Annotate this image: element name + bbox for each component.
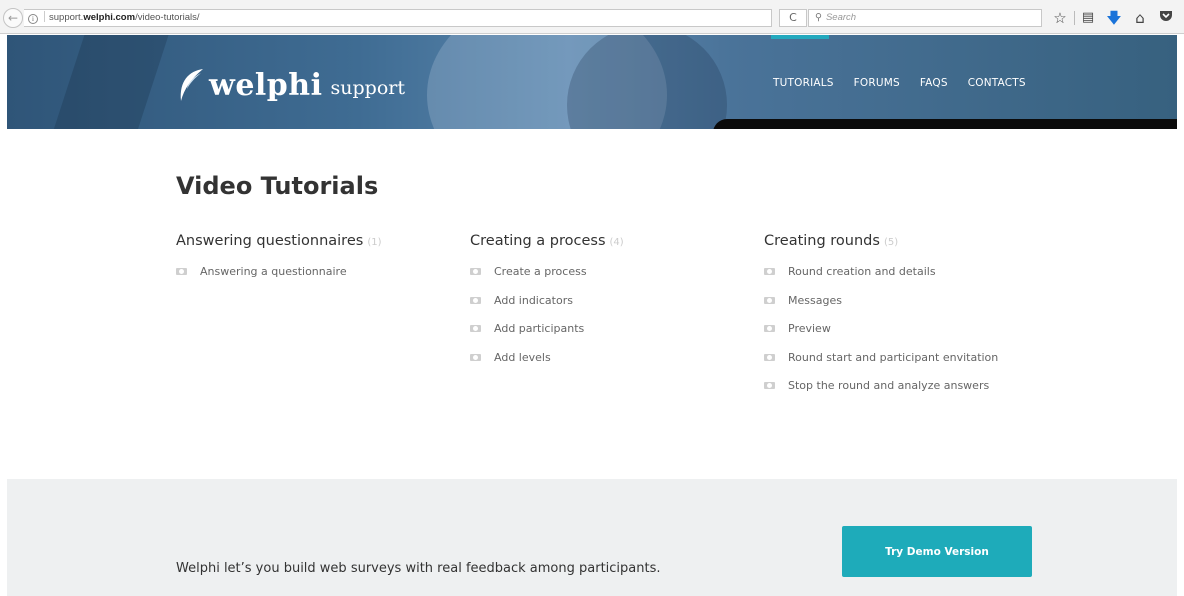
- video-list-item[interactable]: Messages: [764, 294, 1054, 323]
- info-icon[interactable]: i: [28, 14, 38, 24]
- video-title: Add indicators: [494, 293, 573, 307]
- video-title: Round start and participant envitation: [788, 350, 999, 364]
- video-camera-icon: [176, 268, 187, 275]
- category-count: (1): [367, 237, 382, 248]
- video-list-item[interactable]: Add participants: [470, 322, 760, 351]
- search-placeholder: Search: [825, 12, 857, 23]
- logo-suffix: support: [330, 77, 405, 99]
- home-icon[interactable]: ⌂: [1130, 8, 1150, 28]
- video-list-item[interactable]: Add levels: [470, 351, 760, 380]
- category-title: Answering questionnaires: [176, 233, 364, 249]
- video-list: Round creation and details Messages Prev…: [764, 265, 1054, 408]
- category-heading[interactable]: Creating rounds (5): [764, 233, 1054, 249]
- url-divider: [44, 11, 45, 22]
- page-title: Video Tutorials: [176, 172, 379, 200]
- video-title: Create a process: [494, 265, 587, 278]
- video-camera-icon: [764, 325, 775, 333]
- category-creating-a-process: Creating a process (4) Create a process A…: [470, 233, 760, 379]
- category-title: Creating a process: [470, 233, 606, 249]
- category-count: (5): [883, 237, 899, 248]
- nav-forums[interactable]: FORUMS: [854, 77, 900, 89]
- video-list-item[interactable]: Stop the round and analyze answers: [764, 379, 1054, 408]
- category-answering-questionnaires: Answering questionnaires (1) Answering a …: [176, 233, 466, 294]
- hero-background-shape: [41, 35, 173, 129]
- hero-background-shape: [567, 35, 727, 129]
- logo-wordmark: welphi: [209, 68, 323, 103]
- video-title: Round creation and details: [788, 265, 936, 278]
- reload-icon[interactable]: C: [779, 9, 807, 27]
- toolbar-divider: [1074, 11, 1075, 25]
- footer-tagline: Welphi let’s you build web surveys with …: [176, 561, 661, 576]
- video-camera-icon: [470, 268, 481, 275]
- url-host-prefix: support.: [49, 12, 84, 23]
- video-title: Answering a questionnaire: [200, 265, 347, 278]
- active-nav-indicator: [771, 35, 829, 39]
- video-title: Messages: [788, 293, 842, 307]
- main-nav: TUTORIALS FORUMS FAQS CONTACTS: [773, 77, 1026, 89]
- video-title: Add levels: [494, 350, 551, 364]
- try-demo-button[interactable]: Try Demo Version: [842, 526, 1032, 577]
- video-camera-icon: [764, 353, 775, 361]
- video-list-item[interactable]: Answering a questionnaire: [176, 265, 466, 294]
- site-header: welphi support TUTORIALS FORUMS FAQS CON…: [7, 35, 1177, 129]
- video-camera-icon: [764, 382, 775, 390]
- category-creating-rounds: Creating rounds (5) Round creation and de…: [764, 233, 1054, 408]
- video-list-item[interactable]: Round start and participant envitation: [764, 351, 1054, 380]
- video-list: Answering a questionnaire: [176, 265, 466, 294]
- pocket-icon[interactable]: [1156, 8, 1176, 28]
- video-list: Create a process Add indicators Add part…: [470, 265, 760, 379]
- video-title: Stop the round and analyze answers: [788, 379, 990, 393]
- category-count: (4): [609, 237, 624, 248]
- hero-dark-strip: [713, 119, 1177, 129]
- video-camera-icon: [470, 296, 481, 304]
- video-title: Preview: [788, 322, 831, 336]
- welphi-swoosh-icon: [175, 67, 205, 103]
- video-camera-icon: [764, 296, 775, 304]
- category-heading[interactable]: Answering questionnaires (1): [176, 233, 466, 249]
- video-camera-icon: [470, 353, 481, 361]
- category-heading[interactable]: Creating a process (4): [470, 233, 760, 249]
- nav-faqs[interactable]: FAQS: [920, 77, 948, 89]
- nav-tutorials[interactable]: TUTORIALS: [773, 77, 834, 89]
- browser-toolbar: ← i support.welphi.com/video-tutorials/ C…: [0, 0, 1184, 34]
- search-input[interactable]: ⚲ Search: [808, 9, 1042, 27]
- arrow-left-icon[interactable]: ←: [3, 8, 23, 28]
- video-list-item[interactable]: Add indicators: [470, 294, 760, 323]
- site-logo[interactable]: welphi support: [175, 63, 405, 103]
- address-bar[interactable]: i support.welphi.com/video-tutorials/: [24, 9, 772, 27]
- video-camera-icon: [470, 325, 481, 333]
- reading-list-icon[interactable]: ▤: [1078, 8, 1098, 28]
- url-host: welphi.com: [83, 12, 136, 23]
- video-title: Add participants: [494, 322, 585, 336]
- footer-cta-band: Welphi let’s you build web surveys with …: [7, 479, 1177, 596]
- video-list-item[interactable]: Create a process: [470, 265, 760, 294]
- nav-contacts[interactable]: CONTACTS: [968, 77, 1026, 89]
- star-icon[interactable]: ☆: [1050, 8, 1070, 28]
- video-list-item[interactable]: Round creation and details: [764, 265, 1054, 294]
- url-path: /video-tutorials/: [135, 12, 200, 23]
- category-title: Creating rounds: [764, 233, 880, 249]
- download-icon[interactable]: 🡇: [1104, 8, 1124, 28]
- video-list-item[interactable]: Preview: [764, 322, 1054, 351]
- search-icon: ⚲: [815, 12, 822, 23]
- video-camera-icon: [764, 268, 775, 275]
